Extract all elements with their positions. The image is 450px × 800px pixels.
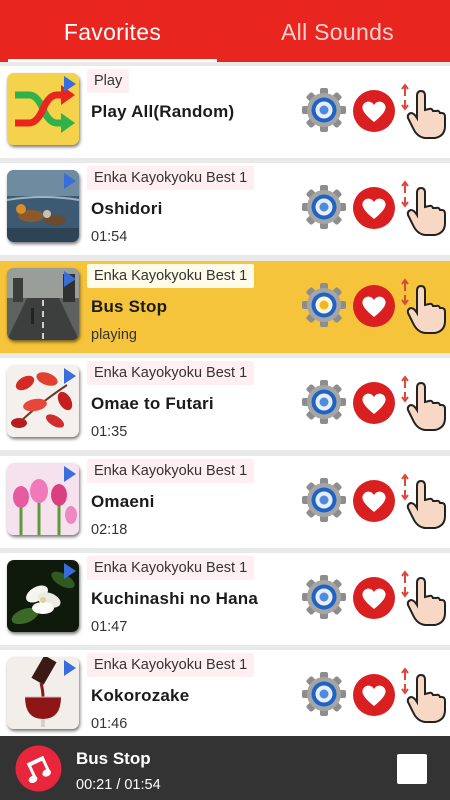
heart-icon[interactable] <box>352 673 396 717</box>
street-image <box>7 267 79 340</box>
album-label: Enka Kayokyoku Best 1 <box>87 555 255 580</box>
stop-icon[interactable] <box>397 754 427 784</box>
album-label: Enka Kayokyoku Best 1 <box>87 458 255 483</box>
track-time: 01:35 <box>91 424 128 441</box>
tab-all-sounds[interactable]: All Sounds <box>225 0 450 62</box>
gear-icon[interactable] <box>301 379 347 425</box>
heart-icon[interactable] <box>352 381 396 425</box>
album-label: Enka Kayokyoku Best 1 <box>87 263 255 288</box>
track-title: Kokorozake <box>91 686 190 706</box>
gear-icon[interactable] <box>301 184 347 230</box>
drag-hand-icon[interactable] <box>399 666 447 724</box>
gear-icon[interactable] <box>301 671 347 717</box>
track-title: Kuchinashi no Hana <box>91 588 259 608</box>
track-time: 01:47 <box>91 618 128 635</box>
heart-icon[interactable] <box>352 284 396 328</box>
track-title: Play All(Random) <box>91 102 235 121</box>
list-item-omae-to-futari[interactable]: Enka Kayokyoku Best 1 Omae to Futari 01:… <box>0 358 450 451</box>
heart-icon[interactable] <box>352 576 396 620</box>
heart-icon[interactable] <box>352 186 396 230</box>
track-time: 01:46 <box>91 716 128 733</box>
list-item-play-all[interactable]: Play Play All(Random) <box>0 66 450 158</box>
now-playing-time: 00:21 / 01:54 <box>76 777 161 793</box>
tab-favorites[interactable]: Favorites <box>0 0 225 62</box>
red-leaves-image <box>7 365 79 438</box>
list-item-omaeni[interactable]: Enka Kayokyoku Best 1 Omaeni 02:18 <box>0 455 450 548</box>
tulips-image <box>7 462 79 535</box>
gear-icon[interactable] <box>301 477 347 523</box>
wine-image <box>7 657 79 730</box>
tab-bar: Favorites All Sounds <box>0 0 450 62</box>
gear-icon[interactable] <box>301 574 347 620</box>
drag-hand-icon[interactable] <box>399 277 447 335</box>
drag-hand-icon[interactable] <box>399 472 447 530</box>
track-title: Oshidori <box>91 199 163 219</box>
gear-icon[interactable] <box>301 87 347 133</box>
drag-hand-icon[interactable] <box>399 179 447 237</box>
list-item-oshidori[interactable]: Enka Kayokyoku Best 1 Oshidori 01:54 <box>0 163 450 256</box>
album-label: Enka Kayokyoku Best 1 <box>87 361 255 386</box>
track-title: Omaeni <box>91 491 155 511</box>
tab-indicator <box>8 59 217 62</box>
track-time: 01:54 <box>91 229 128 246</box>
shuffle-icon <box>7 73 79 145</box>
ducks-image <box>7 170 79 243</box>
music-note-icon[interactable] <box>15 745 62 792</box>
gear-icon[interactable] <box>301 282 347 328</box>
drag-hand-icon[interactable] <box>399 374 447 432</box>
heart-icon[interactable] <box>352 479 396 523</box>
list-item-kuchinashi-no-hana[interactable]: Enka Kayokyoku Best 1 Kuchinashi no Hana… <box>0 552 450 645</box>
playing-status: playing <box>91 326 137 343</box>
track-title: Omae to Futari <box>91 394 214 414</box>
track-time: 02:18 <box>91 521 128 538</box>
gardenia-image <box>7 559 79 632</box>
list-item-bus-stop[interactable]: Enka Kayokyoku Best 1 Bus Stop playing <box>0 260 450 353</box>
heart-icon[interactable] <box>352 89 396 133</box>
now-playing-bar: Bus Stop 00:21 / 01:54 <box>0 736 450 800</box>
list-item-kokorozake[interactable]: Enka Kayokyoku Best 1 Kokorozake 01:46 <box>0 650 450 743</box>
drag-hand-icon[interactable] <box>399 82 447 140</box>
album-label: Play <box>87 69 130 93</box>
drag-hand-icon[interactable] <box>399 569 447 627</box>
favorites-list: Play Play All(Random) Enka Kayokyoku Bes… <box>0 66 450 748</box>
album-label: Enka Kayokyoku Best 1 <box>87 653 255 678</box>
now-playing-title: Bus Stop <box>76 749 151 768</box>
album-label: Enka Kayokyoku Best 1 <box>87 166 255 191</box>
track-title: Bus Stop <box>91 296 168 316</box>
